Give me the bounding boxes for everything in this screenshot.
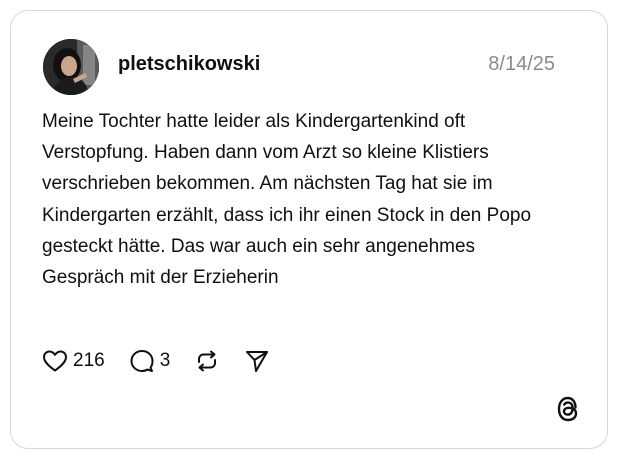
avatar-image <box>43 39 99 95</box>
like-count: 216 <box>73 350 105 371</box>
reply-count: 3 <box>159 350 171 371</box>
avatar[interactable] <box>43 39 99 95</box>
post-text: Meine Tochter hatte leider als Kindergar… <box>42 111 532 289</box>
repost-icon <box>198 350 217 372</box>
username[interactable]: pletschikowski <box>118 51 260 77</box>
heart-icon <box>43 350 67 372</box>
threads-logo-icon <box>555 394 581 424</box>
share-button[interactable] <box>244 348 270 374</box>
threads-post-card: pletschikowski 8/14/25 Meine Tochter hat… <box>10 10 608 449</box>
post-date: 8/14/25 <box>488 53 555 75</box>
send-icon <box>246 351 269 372</box>
reply-button[interactable]: 3 <box>129 348 171 374</box>
like-button[interactable]: 216 <box>42 349 105 373</box>
post-actions: 216 3 <box>42 346 294 376</box>
comment-bubble-icon <box>130 350 154 372</box>
repost-button[interactable] <box>194 348 220 374</box>
